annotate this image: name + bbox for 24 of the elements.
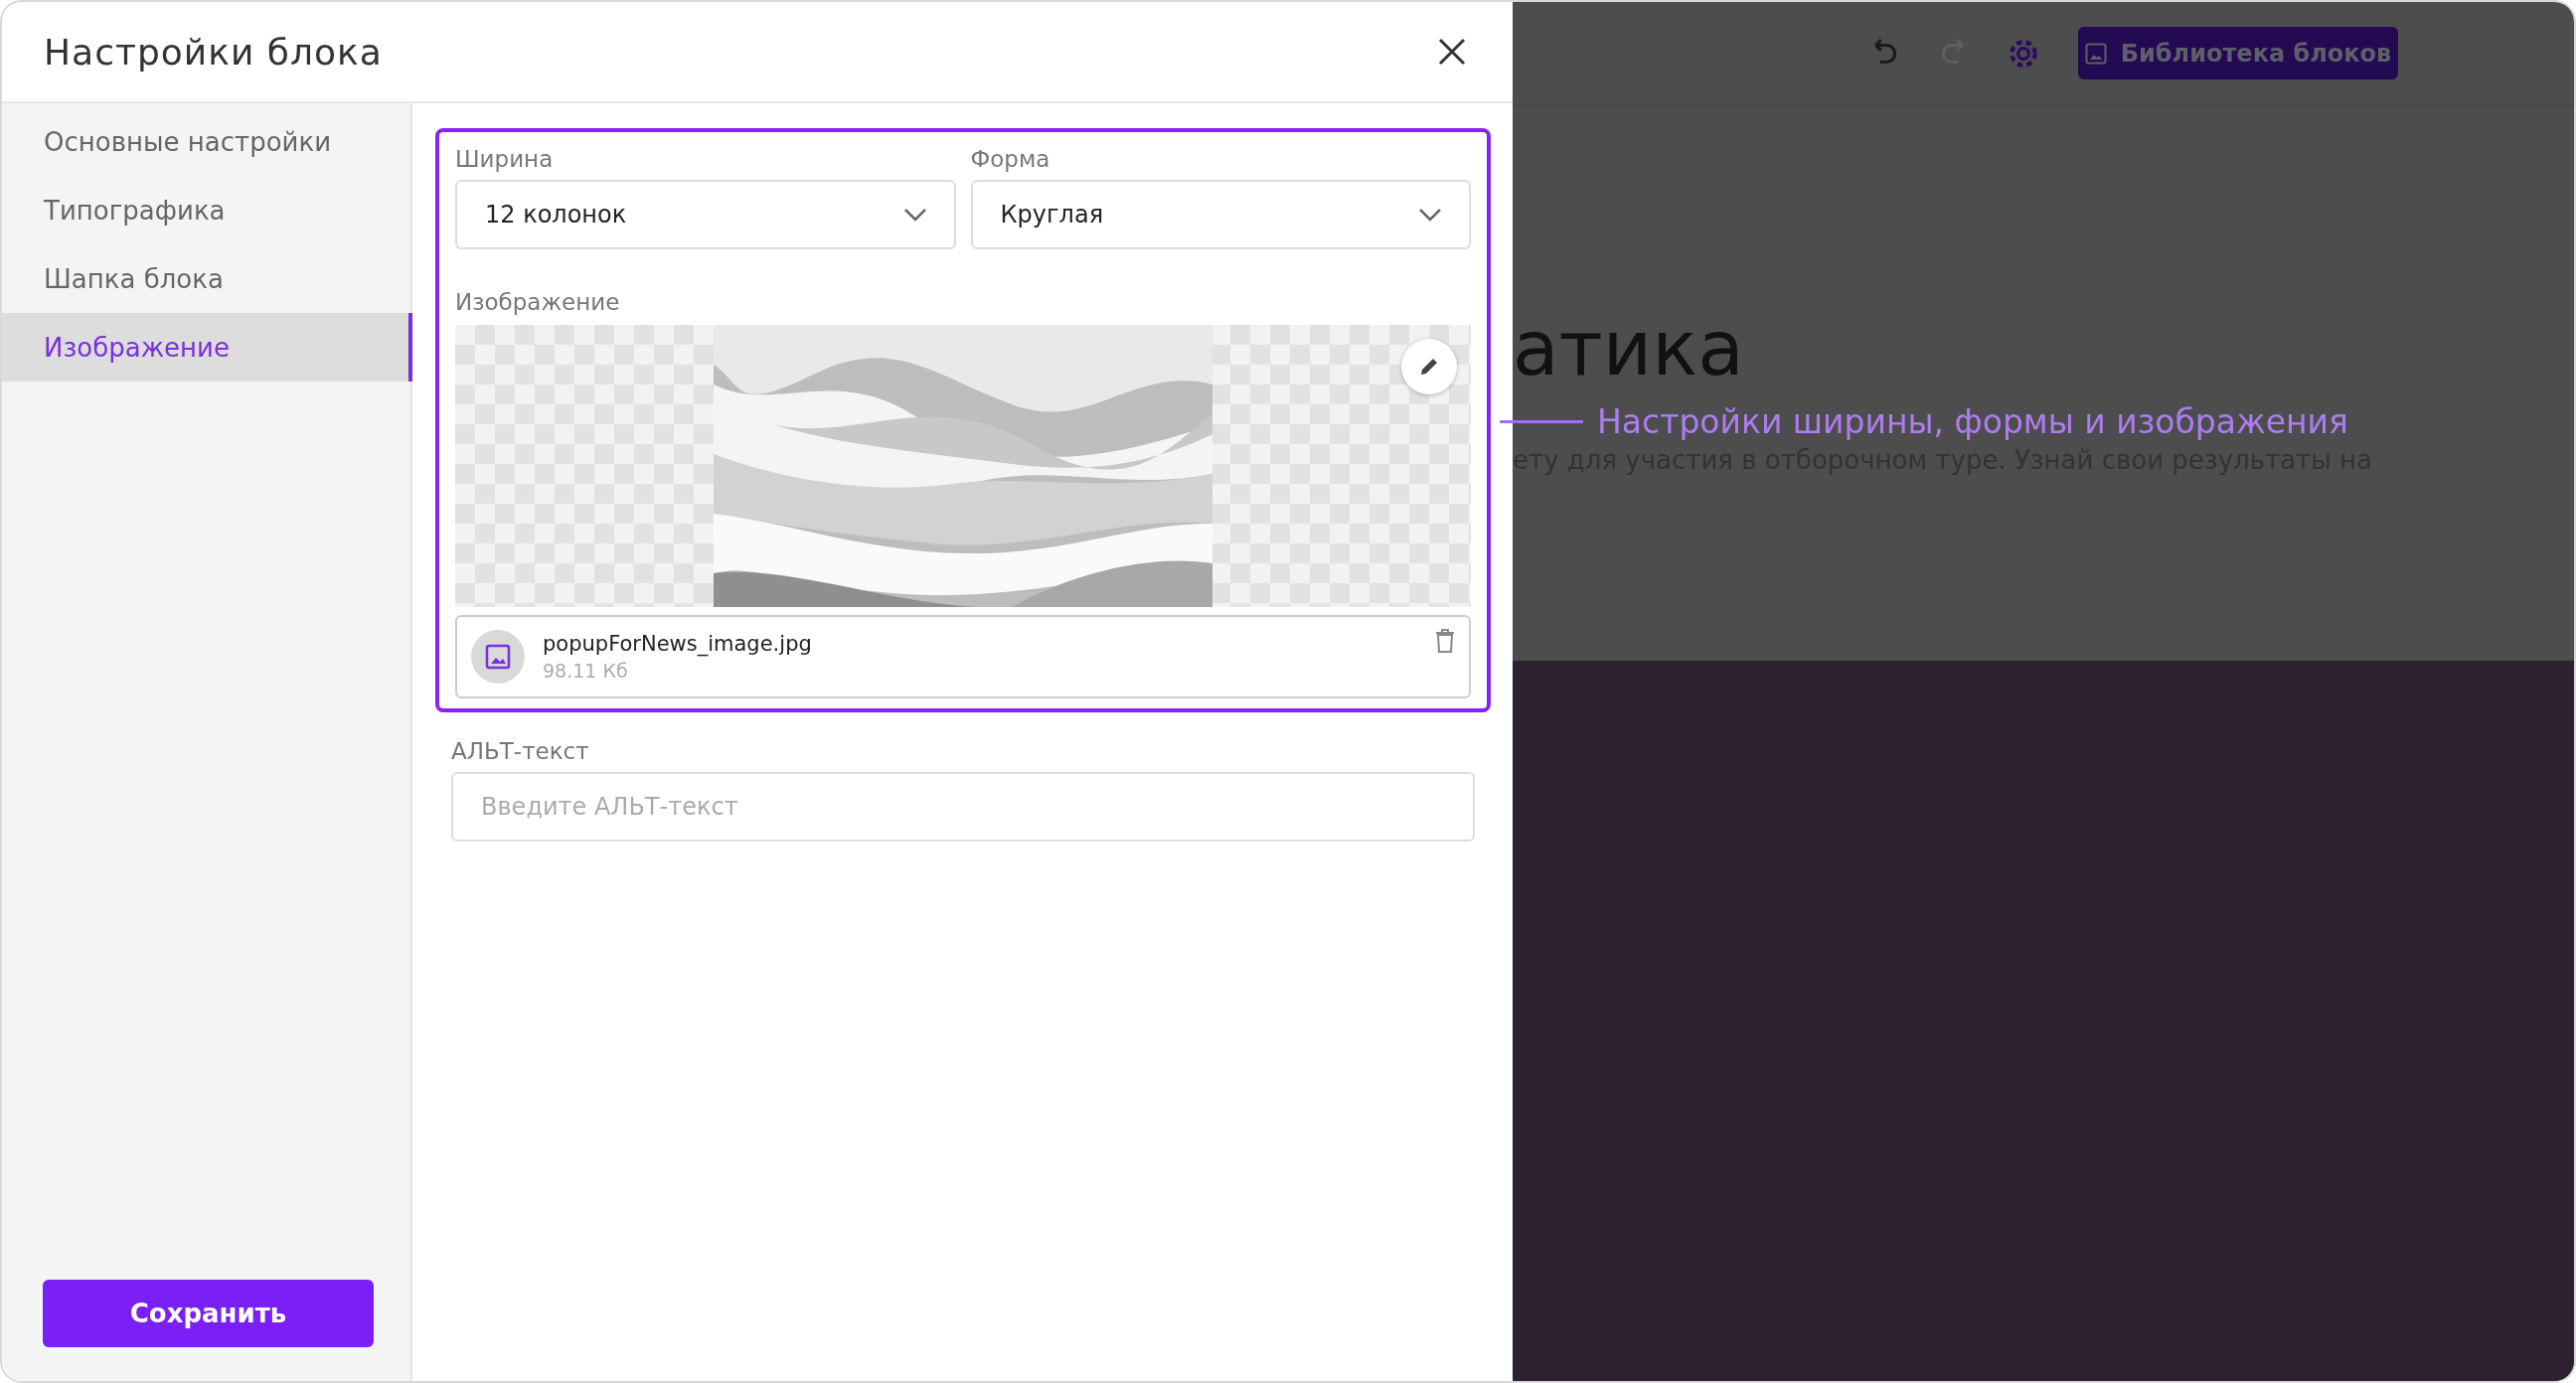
file-name: popupForNews_image.jpg [543, 632, 813, 656]
chevron-down-icon [1417, 207, 1443, 223]
select-field[interactable]: Круглая [970, 180, 1471, 249]
field-label: Изображение [455, 289, 621, 317]
image-icon [2084, 42, 2107, 65]
image-file-icon [471, 630, 525, 684]
page-heading: атика [1513, 311, 1745, 386]
sidebar-item[interactable]: Основные настройки [2, 107, 412, 176]
select-field[interactable]: 12 колонок [455, 180, 956, 249]
annotation-label: Настройки ширины, формы и изображения [1597, 402, 2348, 441]
field-label: Ширина [455, 146, 555, 174]
field-label: АЛЬТ-текст [451, 738, 590, 766]
dialog-title: Настройки блока [44, 31, 383, 73]
file-size: 98.11 Кб [543, 660, 629, 682]
sidebar-item[interactable]: Типографика [2, 176, 412, 244]
save-button[interactable]: Сохранить [43, 1280, 374, 1347]
sidebar-item[interactable]: Изображение [2, 313, 412, 382]
alt-text-field[interactable]: Введите АЛЬТ-текст [451, 772, 1475, 842]
sidebar-item[interactable]: Шапка блока [2, 244, 412, 313]
pencil-icon[interactable] [1401, 339, 1457, 394]
block-library-button[interactable]: Библиотека блоков [2078, 27, 2398, 79]
field-label: Форма [970, 146, 1051, 174]
trash-icon[interactable] [1435, 629, 1455, 656]
chevron-down-icon [901, 207, 928, 223]
